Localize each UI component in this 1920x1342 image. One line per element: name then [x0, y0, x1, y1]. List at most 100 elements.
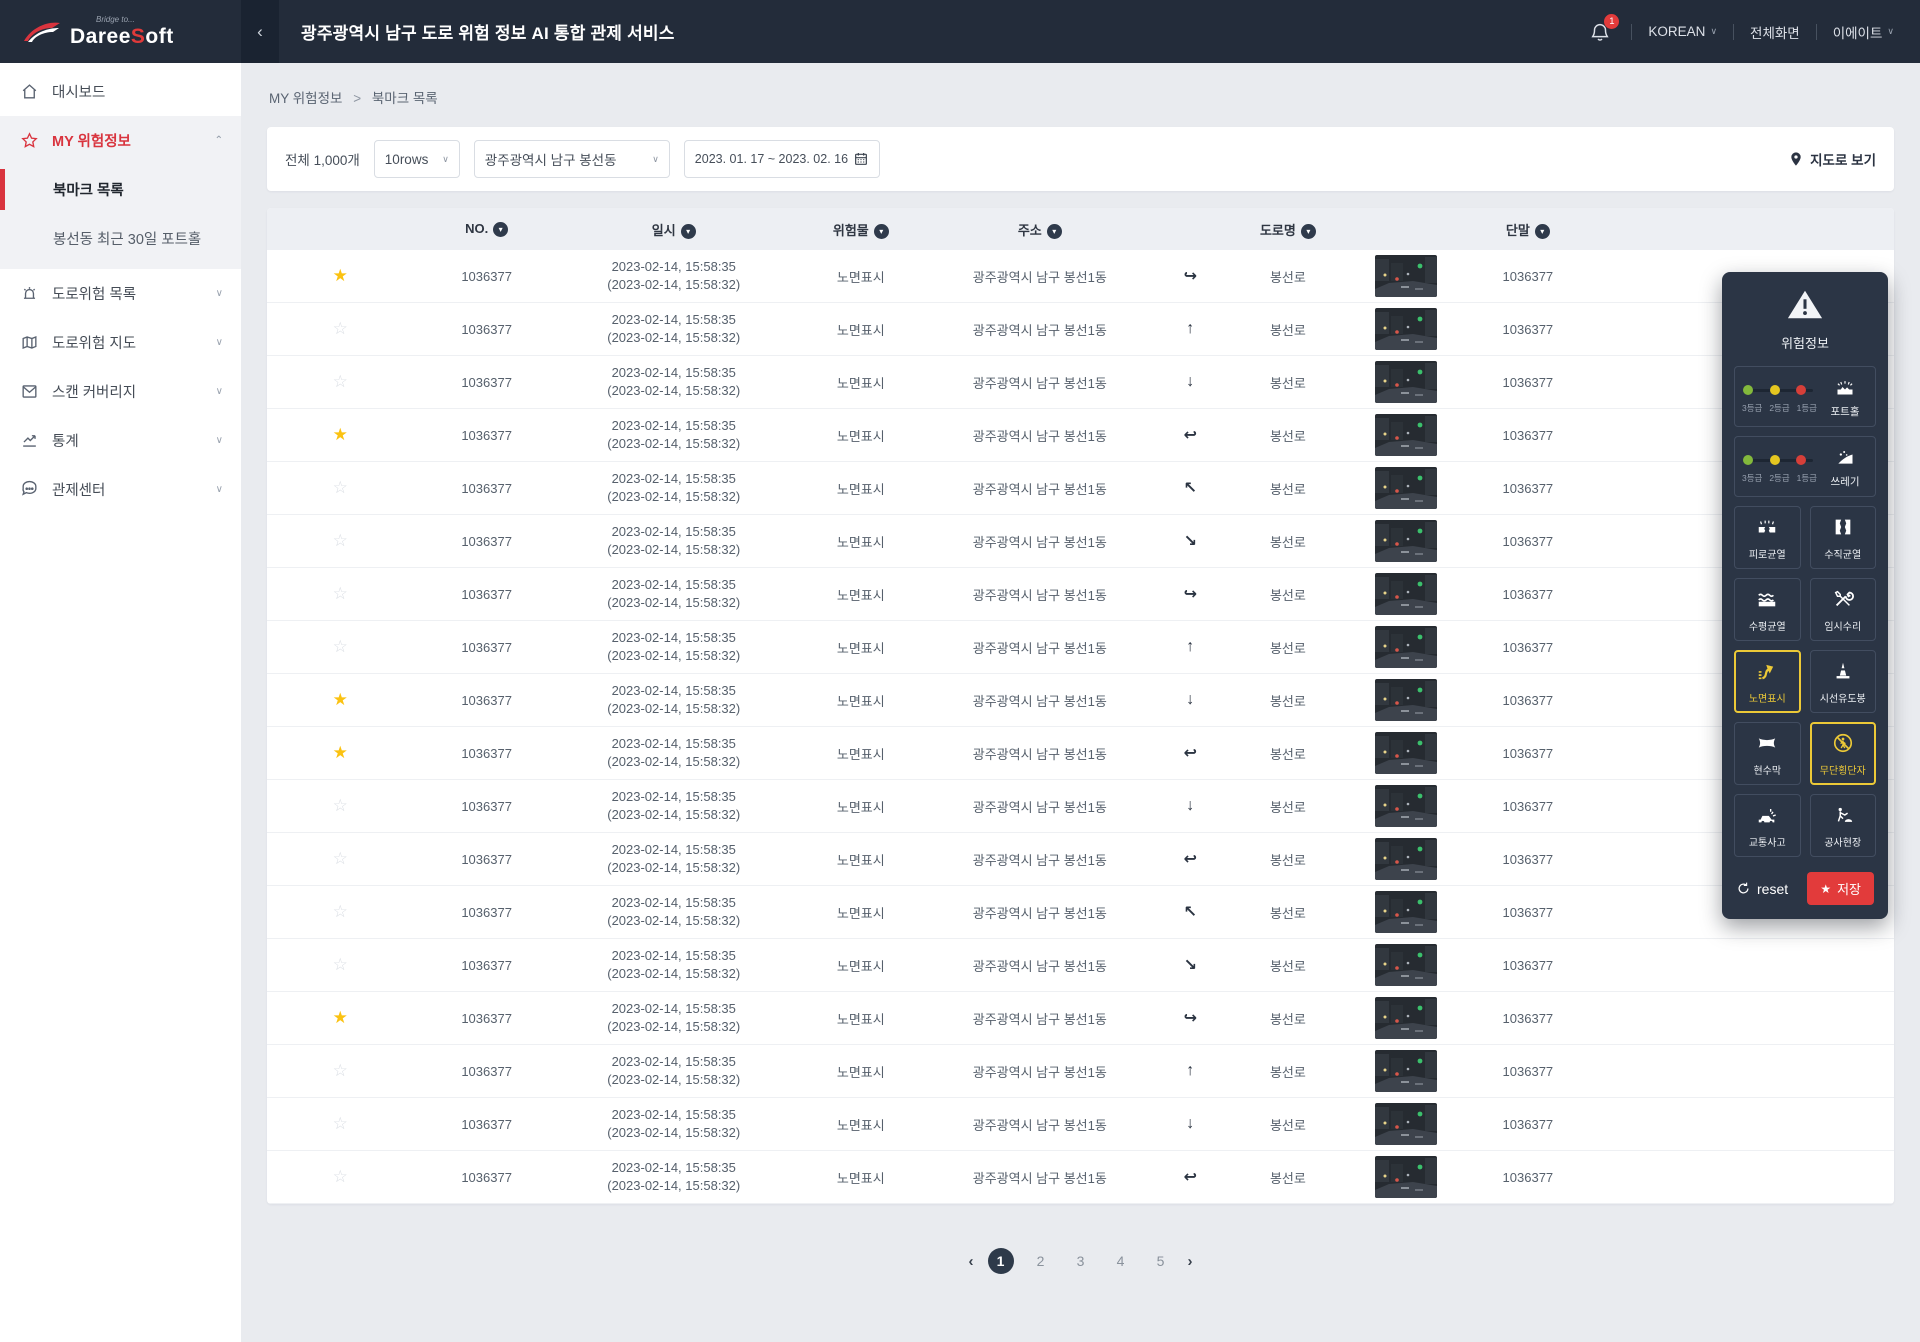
bookmark-star-icon[interactable]: ★	[333, 1008, 348, 1027]
grade-dot[interactable]	[1743, 385, 1753, 395]
pagination-next-icon[interactable]: ›	[1188, 1253, 1193, 1270]
language-selector[interactable]: KOREAN ∨	[1648, 24, 1717, 39]
bookmark-star-icon[interactable]: ☆	[333, 478, 348, 497]
reset-button[interactable]: reset	[1736, 881, 1788, 897]
table-row[interactable]: ☆ 1036377 2023-02-14, 15:58:35 (2023-02-1…	[267, 780, 1894, 833]
hazard-type-button-현수막[interactable]: 현수막	[1734, 722, 1801, 785]
table-row[interactable]: ☆ 1036377 2023-02-14, 15:58:35 (2023-02-1…	[267, 1151, 1894, 1204]
bookmark-star-icon[interactable]: ★	[333, 743, 348, 762]
hazard-type-button-무단횡단자[interactable]: 무단횡단자	[1809, 722, 1876, 785]
column-header[interactable]: NO. ▾	[413, 221, 559, 237]
pagination-page-3[interactable]: 3	[1068, 1248, 1094, 1274]
hazard-thumbnail[interactable]	[1374, 838, 1437, 880]
hazard-thumbnail[interactable]	[1374, 520, 1437, 562]
sort-chevron-icon[interactable]: ▾	[1534, 223, 1550, 239]
sidebar-item-hazard-list[interactable]: 도로위험 목록 ∨	[0, 269, 241, 318]
sort-chevron-icon[interactable]: ▾	[873, 223, 889, 239]
bookmark-star-icon[interactable]: ☆	[333, 1061, 348, 1080]
hazard-type-포트홀[interactable]: 포트홀	[1822, 377, 1868, 419]
hazard-type-button-피로균열[interactable]: 피로균열	[1734, 506, 1801, 569]
hazard-thumbnail[interactable]	[1374, 361, 1437, 403]
hazard-thumbnail[interactable]	[1374, 891, 1437, 933]
table-row[interactable]: ☆ 1036377 2023-02-14, 15:58:35 (2023-02-1…	[267, 515, 1894, 568]
column-header[interactable]: 주소 ▾	[934, 220, 1146, 239]
table-row[interactable]: ☆ 1036377 2023-02-14, 15:58:35 (2023-02-1…	[267, 1045, 1894, 1098]
bookmark-star-icon[interactable]: ☆	[333, 584, 348, 603]
table-row[interactable]: ☆ 1036377 2023-02-14, 15:58:35 (2023-02-1…	[267, 1098, 1894, 1151]
hazard-thumbnail[interactable]	[1374, 255, 1437, 297]
hazard-type-button-수직균열[interactable]: 수직균열	[1809, 506, 1876, 569]
grade-dot[interactable]	[1796, 385, 1806, 395]
save-button[interactable]: ★ 저장	[1807, 872, 1874, 905]
sidebar-item-dashboard[interactable]: 대시보드	[0, 67, 241, 116]
hazard-thumbnail[interactable]	[1374, 944, 1437, 986]
column-header[interactable]: 도로명 ▾	[1235, 220, 1341, 239]
grade-dot[interactable]	[1796, 455, 1806, 465]
hazard-type-button-임시수리[interactable]: 임시수리	[1809, 578, 1876, 641]
bookmark-star-icon[interactable]: ☆	[333, 319, 348, 338]
hazard-type-쓰레기[interactable]: 쓰레기	[1822, 447, 1868, 489]
sort-chevron-icon[interactable]: ▾	[1300, 223, 1316, 239]
bookmark-star-icon[interactable]: ☆	[333, 796, 348, 815]
hazard-thumbnail[interactable]	[1374, 626, 1437, 668]
bookmark-star-icon[interactable]: ☆	[333, 637, 348, 656]
hazard-thumbnail[interactable]	[1374, 1156, 1437, 1198]
pagination-prev-icon[interactable]: ‹	[969, 1253, 974, 1270]
column-header[interactable]: 단말 ▾	[1471, 220, 1585, 239]
rows-per-page-select[interactable]: 10rows ∨	[373, 140, 460, 178]
breadcrumb-parent[interactable]: MY 위험정보	[269, 91, 342, 106]
hazard-thumbnail[interactable]	[1374, 308, 1437, 350]
bookmark-star-icon[interactable]: ★	[333, 690, 348, 709]
table-row[interactable]: ★ 1036377 2023-02-14, 15:58:35 (2023-02-1…	[267, 674, 1894, 727]
app-logo[interactable]: Bridge to... DareeSoft	[0, 0, 241, 63]
table-row[interactable]: ★ 1036377 2023-02-14, 15:58:35 (2023-02-1…	[267, 727, 1894, 780]
table-row[interactable]: ☆ 1036377 2023-02-14, 15:58:35 (2023-02-1…	[267, 833, 1894, 886]
hazard-type-button-시선유도봉[interactable]: 시선유도봉	[1809, 650, 1876, 713]
table-row[interactable]: ★ 1036377 2023-02-14, 15:58:35 (2023-02-1…	[267, 250, 1894, 303]
sidebar-item-my-hazard[interactable]: MY 위험정보 ⌃	[0, 116, 241, 165]
sidebar-item-recent-pothole[interactable]: 봉선동 최근 30일 포트홀	[0, 214, 241, 263]
bookmark-star-icon[interactable]: ☆	[333, 849, 348, 868]
grade-dot[interactable]	[1769, 385, 1780, 395]
table-row[interactable]: ☆ 1036377 2023-02-14, 15:58:35 (2023-02-1…	[267, 886, 1894, 939]
fullscreen-button[interactable]: 전체화면	[1750, 22, 1800, 42]
table-row[interactable]: ☆ 1036377 2023-02-14, 15:58:35 (2023-02-1…	[267, 621, 1894, 674]
pagination-page-5[interactable]: 5	[1148, 1248, 1174, 1274]
hazard-type-button-교통사고[interactable]: 교통사고	[1734, 794, 1801, 857]
user-menu[interactable]: 이에이트 ∨	[1833, 22, 1894, 42]
hazard-thumbnail[interactable]	[1374, 467, 1437, 509]
sidebar-item-bookmark-list[interactable]: 북마크 목록	[0, 165, 241, 214]
date-range-input[interactable]: 2023. 01. 17 ~ 2023. 02. 16	[683, 140, 880, 178]
region-select[interactable]: 광주광역시 남구 봉선동 ∨	[473, 140, 670, 178]
hazard-type-button-노면표시[interactable]: 노면표시	[1734, 650, 1801, 713]
table-row[interactable]: ☆ 1036377 2023-02-14, 15:58:35 (2023-02-1…	[267, 939, 1894, 992]
grade-dot[interactable]	[1769, 455, 1780, 465]
sidebar-item-control-center[interactable]: 관제센터 ∨	[0, 465, 241, 514]
hazard-type-button-수평균열[interactable]: 수평균열	[1734, 578, 1801, 641]
bookmark-star-icon[interactable]: ☆	[333, 902, 348, 921]
bookmark-star-icon[interactable]: ☆	[333, 372, 348, 391]
table-row[interactable]: ☆ 1036377 2023-02-14, 15:58:35 (2023-02-1…	[267, 462, 1894, 515]
bookmark-star-icon[interactable]: ☆	[333, 1167, 348, 1186]
hazard-thumbnail[interactable]	[1374, 732, 1437, 774]
column-header[interactable]: 위험물 ▾	[788, 220, 934, 239]
bookmark-star-icon[interactable]: ☆	[333, 1114, 348, 1133]
bookmark-star-icon[interactable]: ★	[333, 425, 348, 444]
table-row[interactable]: ☆ 1036377 2023-02-14, 15:58:35 (2023-02-1…	[267, 356, 1894, 409]
hazard-thumbnail[interactable]	[1374, 997, 1437, 1039]
pagination-page-2[interactable]: 2	[1028, 1248, 1054, 1274]
sidebar-item-hazard-map[interactable]: 도로위험 지도 ∨	[0, 318, 241, 367]
pagination-page-1[interactable]: 1	[987, 1248, 1014, 1274]
sort-chevron-icon[interactable]: ▾	[493, 222, 509, 237]
sort-chevron-icon[interactable]: ▾	[1046, 223, 1062, 239]
sidebar-item-statistics[interactable]: 통계 ∨	[0, 416, 241, 465]
bookmark-star-icon[interactable]: ☆	[333, 531, 348, 550]
table-row[interactable]: ☆ 1036377 2023-02-14, 15:58:35 (2023-02-1…	[267, 568, 1894, 621]
sort-chevron-icon[interactable]: ▾	[680, 223, 696, 239]
hazard-thumbnail[interactable]	[1374, 414, 1437, 456]
hazard-thumbnail[interactable]	[1374, 679, 1437, 721]
view-on-map-button[interactable]: 지도로 보기	[1788, 149, 1876, 169]
table-row[interactable]: ☆ 1036377 2023-02-14, 15:58:35 (2023-02-1…	[267, 303, 1894, 356]
table-row[interactable]: ★ 1036377 2023-02-14, 15:58:35 (2023-02-1…	[267, 409, 1894, 462]
notification-bell-icon[interactable]: 1	[1589, 13, 1620, 45]
